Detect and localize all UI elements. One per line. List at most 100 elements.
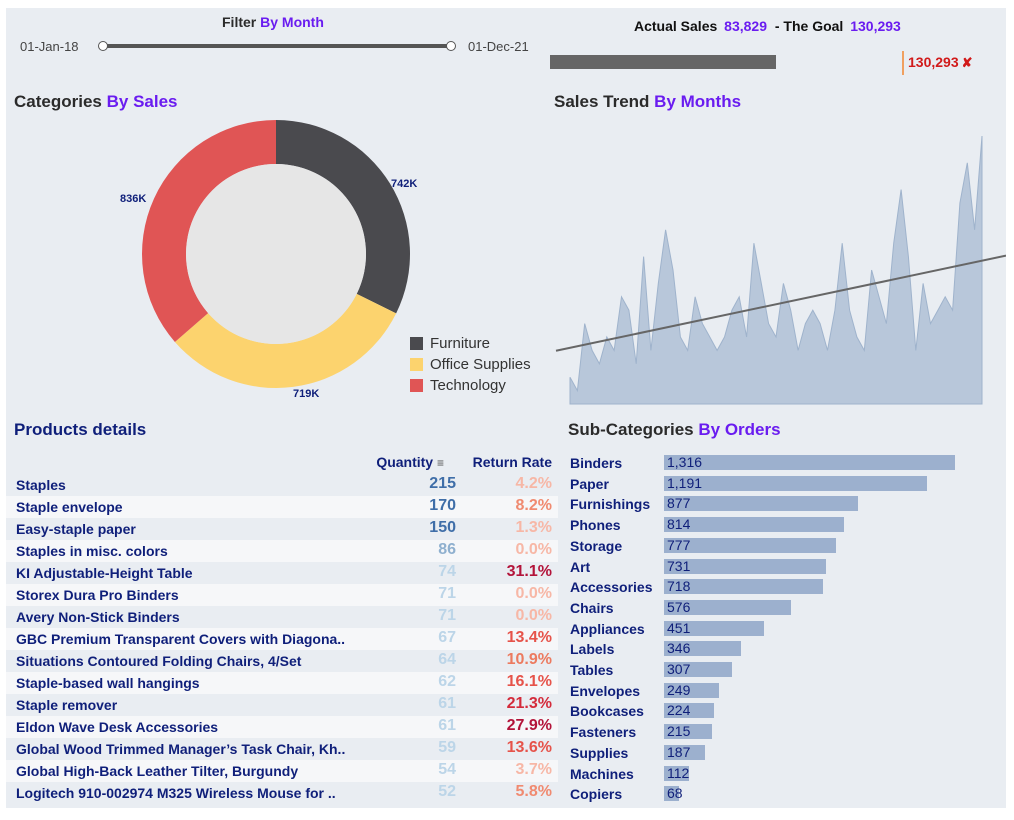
subcategory-name: Labels bbox=[570, 641, 615, 658]
product-return-rate: 21.3% bbox=[506, 695, 552, 712]
subcategory-row[interactable]: Labels 346 bbox=[566, 639, 1006, 659]
product-quantity: 54 bbox=[438, 761, 456, 778]
goal-value: 130,293 bbox=[850, 18, 901, 34]
table-row[interactable]: Staple-based wall hangings 62 16.1% bbox=[6, 672, 558, 694]
product-return-rate: 10.9% bbox=[506, 651, 552, 668]
quantity-header-label: Quantity bbox=[376, 454, 434, 470]
subcategory-name: Supplies bbox=[570, 744, 629, 761]
product-name: Staple-based wall hangings bbox=[16, 675, 200, 691]
table-row[interactable]: KI Adjustable-Height Table 74 31.1% bbox=[6, 562, 558, 584]
product-name: Avery Non-Stick Binders bbox=[16, 609, 180, 625]
product-quantity: 71 bbox=[438, 607, 456, 624]
table-row[interactable]: Staples 215 4.2% bbox=[6, 474, 558, 496]
product-return-rate: 3.7% bbox=[515, 761, 552, 778]
sales-trend-area[interactable] bbox=[569, 135, 983, 405]
subcategory-value: 731 bbox=[667, 557, 691, 574]
product-quantity: 62 bbox=[438, 673, 456, 690]
subcategory-bar[interactable] bbox=[664, 455, 955, 470]
subcategory-value: 877 bbox=[667, 495, 691, 512]
actual-sales-value: 83,829 bbox=[724, 18, 767, 34]
subcategory-bar[interactable] bbox=[664, 475, 928, 491]
table-row[interactable]: Staple envelope 170 8.2% bbox=[6, 496, 558, 518]
subcategory-row[interactable]: Art 731 bbox=[566, 557, 1006, 577]
subcategory-row[interactable]: Paper 1,191 bbox=[566, 474, 1006, 494]
subcategory-value: 576 bbox=[667, 598, 691, 615]
goal-marker-value: 130,293 ✘ bbox=[908, 54, 973, 71]
categories-donut-chart bbox=[141, 120, 410, 388]
product-return-rate: 0.0% bbox=[515, 607, 552, 624]
product-return-rate: 8.2% bbox=[515, 497, 552, 514]
product-quantity: 215 bbox=[429, 475, 456, 492]
sort-icon[interactable]: ≡ bbox=[437, 456, 444, 470]
subcategory-name: Binders bbox=[570, 455, 623, 471]
subcategory-name: Art bbox=[570, 558, 591, 575]
subcategory-value: 1,191 bbox=[667, 474, 703, 491]
table-row[interactable]: Avery Non-Stick Binders 71 0.0% bbox=[6, 606, 558, 628]
product-return-rate: 0.0% bbox=[515, 585, 552, 602]
date-range-slider[interactable] bbox=[102, 44, 450, 48]
table-row[interactable]: Easy-staple paper 150 1.3% bbox=[6, 518, 558, 540]
subcategory-row[interactable]: Binders 1,316 bbox=[566, 453, 1006, 473]
return-rate-column-header[interactable]: Return Rate bbox=[473, 454, 552, 470]
table-row[interactable]: Staples in misc. colors 86 0.0% bbox=[6, 540, 558, 562]
subcategory-value: 224 bbox=[667, 702, 691, 719]
product-return-rate: 31.1% bbox=[506, 563, 552, 580]
sales-trend-chart bbox=[555, 135, 1006, 405]
subcategory-row[interactable]: Furnishings 877 bbox=[566, 494, 1006, 514]
legend-label-technology: Technology bbox=[430, 377, 506, 394]
subcategory-row[interactable]: Bookcases 224 bbox=[566, 701, 1006, 721]
legend-swatch-office-supplies bbox=[410, 358, 423, 371]
donut-hole bbox=[186, 164, 366, 344]
table-row[interactable]: Global High-Back Leather Tilter, Burgund… bbox=[6, 760, 558, 782]
subcategory-value: 451 bbox=[667, 619, 691, 636]
subcategory-name: Storage bbox=[570, 537, 623, 554]
categories-title-prefix: Categories bbox=[14, 92, 102, 111]
subcategory-row[interactable]: Fasteners 215 bbox=[566, 722, 1006, 742]
legend-label-office-supplies: Office Supplies bbox=[430, 356, 531, 373]
quantity-column-header[interactable]: Quantity ≡ bbox=[376, 454, 444, 470]
subcategory-row[interactable]: Phones 814 bbox=[566, 515, 1006, 535]
product-quantity: 170 bbox=[429, 497, 456, 514]
subcategory-row[interactable]: Copiers 68 bbox=[566, 784, 1006, 804]
product-name: Eldon Wave Desk Accessories bbox=[16, 719, 219, 735]
subcategory-row[interactable]: Accessories 718 bbox=[566, 577, 1006, 597]
product-name: KI Adjustable-Height Table bbox=[16, 565, 193, 581]
table-row[interactable]: GBC Premium Transparent Covers with Diag… bbox=[6, 628, 558, 650]
product-quantity: 59 bbox=[438, 739, 456, 756]
subcategory-row[interactable]: Envelopes 249 bbox=[566, 681, 1006, 701]
subcategory-name: Machines bbox=[570, 765, 634, 782]
goal-marker-number: 130,293 bbox=[908, 54, 959, 70]
slider-end-handle[interactable] bbox=[446, 41, 456, 51]
subcategory-value: 249 bbox=[667, 681, 691, 698]
table-row[interactable]: Eldon Wave Desk Accessories 61 27.9% bbox=[6, 716, 558, 738]
subcategory-bar[interactable] bbox=[664, 517, 844, 533]
filter-title-highlight: By Month bbox=[260, 14, 324, 30]
subcategory-row[interactable]: Storage 777 bbox=[566, 536, 1006, 556]
goal-summary: Actual Sales 83,829 - The Goal 130,293 bbox=[634, 18, 905, 34]
table-row[interactable]: Global Wood Trimmed Manager’s Task Chair… bbox=[6, 738, 558, 760]
subcategory-row[interactable]: Chairs 576 bbox=[566, 598, 1006, 618]
subcategory-row[interactable]: Appliances 451 bbox=[566, 619, 1006, 639]
slider-start-handle[interactable] bbox=[98, 41, 108, 51]
table-row[interactable]: Storex Dura Pro Binders 71 0.0% bbox=[6, 584, 558, 606]
table-row[interactable]: Staple remover 61 21.3% bbox=[6, 694, 558, 716]
legend-swatch-furniture bbox=[410, 337, 423, 350]
subcategory-row[interactable]: Machines 112 bbox=[566, 764, 1006, 784]
x-icon: ✘ bbox=[961, 55, 973, 70]
subcategory-bar[interactable] bbox=[664, 496, 858, 512]
filter-title: Filter By Month bbox=[222, 14, 324, 30]
goal-label: - The Goal bbox=[774, 18, 844, 34]
table-row[interactable]: Logitech 910-002974 M325 Wireless Mouse … bbox=[6, 782, 558, 804]
product-quantity: 64 bbox=[438, 651, 456, 668]
products-table-header: Quantity ≡ Return Rate bbox=[6, 454, 558, 474]
subcategory-row[interactable]: Tables 307 bbox=[566, 660, 1006, 680]
subcategory-name: Bookcases bbox=[570, 703, 644, 720]
subcategory-name: Paper bbox=[570, 475, 609, 492]
table-row[interactable]: Situations Contoured Folding Chairs, 4/S… bbox=[6, 650, 558, 672]
subcategory-row[interactable]: Supplies 187 bbox=[566, 743, 1006, 763]
product-name: Global Wood Trimmed Manager’s Task Chair… bbox=[16, 741, 346, 757]
subcategory-name: Accessories bbox=[570, 579, 653, 596]
product-quantity: 67 bbox=[438, 629, 456, 646]
subcategory-name: Tables bbox=[570, 662, 614, 678]
product-quantity: 71 bbox=[438, 585, 456, 602]
